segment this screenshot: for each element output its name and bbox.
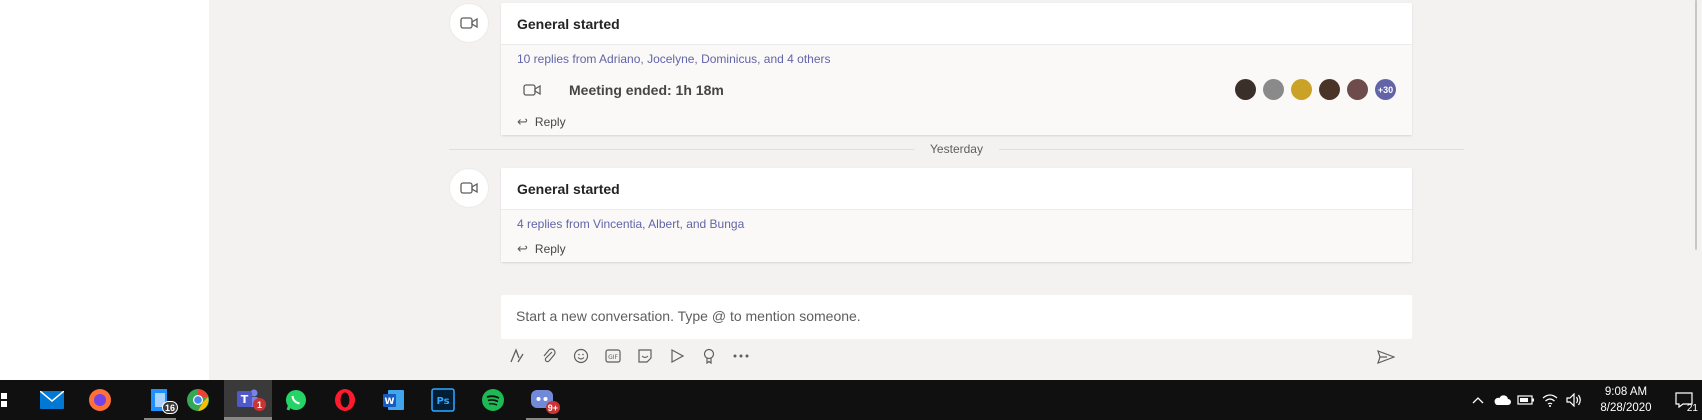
- avatar[interactable]: [1291, 79, 1312, 100]
- battery-icon[interactable]: [1514, 380, 1538, 420]
- avatar[interactable]: [1263, 79, 1284, 100]
- new-conversation-input[interactable]: Start a new conversation. Type @ to ment…: [501, 295, 1412, 339]
- meeting-thread-icon: [449, 3, 489, 43]
- spotify-app-icon[interactable]: [469, 380, 517, 420]
- video-camera-icon: [460, 17, 478, 29]
- praise-icon[interactable]: [693, 345, 725, 367]
- meet-now-icon[interactable]: [661, 345, 693, 367]
- attach-icon[interactable]: [533, 345, 565, 367]
- whatsapp-app-icon[interactable]: [272, 380, 320, 420]
- volume-icon[interactable]: [1562, 380, 1586, 420]
- thread-card-2: General started 4 replies from Vincentia…: [501, 168, 1412, 262]
- participant-avatars: +30: [1235, 79, 1396, 100]
- notification-count: 21: [1686, 403, 1698, 414]
- avatar[interactable]: [1235, 79, 1256, 100]
- reply-label: Reply: [534, 115, 566, 129]
- start-button[interactable]: [0, 380, 24, 420]
- firefox-app-icon[interactable]: [76, 380, 124, 420]
- teams-app-icon[interactable]: T 1: [224, 380, 272, 420]
- replies-summary-link[interactable]: 4 replies from Vincentia, Albert, and Bu…: [501, 210, 1412, 236]
- thread-title: General started: [501, 168, 1412, 210]
- opera-app-icon[interactable]: [321, 380, 369, 420]
- send-icon[interactable]: [1370, 346, 1402, 368]
- avatar[interactable]: [1347, 79, 1368, 100]
- photoshop-app-icon[interactable]: Ps: [419, 380, 467, 420]
- discord-badge: 9+: [545, 401, 560, 414]
- replies-summary-link[interactable]: 10 replies from Adriano, Jocelyne, Domin…: [501, 45, 1412, 71]
- onedrive-cloud-icon[interactable]: [1490, 380, 1514, 420]
- compose-placeholder: Start a new conversation. Type @ to ment…: [516, 308, 861, 324]
- clock-time: 9:08 AM: [1604, 386, 1648, 398]
- reply-button[interactable]: ↩ Reply: [501, 109, 1412, 135]
- video-camera-icon: [460, 182, 478, 194]
- meeting-ended-row[interactable]: Meeting ended: 1h 18m +30: [501, 71, 1412, 109]
- sticker-icon[interactable]: [629, 345, 661, 367]
- reply-label: Reply: [534, 242, 566, 256]
- thread-title: General started: [501, 3, 1412, 45]
- gif-icon[interactable]: GIF: [597, 345, 629, 367]
- reply-button[interactable]: ↩ Reply: [501, 236, 1412, 262]
- chrome-app-icon[interactable]: [174, 380, 222, 420]
- windows-taskbar: 16 T 1 W Ps 9+ 9:08 AM 8/28/2020 21: [0, 380, 1702, 420]
- system-tray: 9:08 AM 8/28/2020 21: [1466, 380, 1702, 420]
- svg-text:GIF: GIF: [608, 354, 618, 361]
- taskbar-clock[interactable]: 9:08 AM 8/28/2020: [1586, 384, 1666, 416]
- avatar[interactable]: [1319, 79, 1340, 100]
- thread-card-1: General started 10 replies from Adriano,…: [501, 3, 1412, 135]
- format-icon[interactable]: [501, 345, 533, 367]
- teams-badge: 1: [253, 398, 266, 411]
- word-app-icon[interactable]: W: [370, 380, 418, 420]
- meeting-thread-icon: [449, 168, 489, 208]
- compose-toolbar: GIF: [501, 344, 1412, 368]
- clock-date: 8/28/2020: [1600, 402, 1652, 414]
- vertical-scrollbar[interactable]: [1691, 0, 1702, 380]
- reply-arrow-icon: ↩: [517, 241, 528, 256]
- reply-arrow-icon: ↩: [517, 114, 528, 129]
- date-divider: Yesterday: [449, 140, 1464, 160]
- more-participants-badge[interactable]: +30: [1375, 79, 1396, 100]
- chevron-up-icon[interactable]: [1466, 380, 1490, 420]
- mail-app-icon[interactable]: [28, 380, 76, 420]
- meeting-ended-label: Meeting ended: 1h 18m: [569, 82, 724, 98]
- left-pane: [0, 0, 209, 380]
- svg-text:T: T: [241, 393, 249, 406]
- notification-center-icon[interactable]: 21: [1666, 380, 1702, 420]
- wifi-icon[interactable]: [1538, 380, 1562, 420]
- svg-text:W: W: [385, 397, 395, 407]
- discord-app-icon[interactable]: 9+: [518, 380, 566, 420]
- svg-text:Ps: Ps: [436, 396, 449, 407]
- emoji-icon[interactable]: [565, 345, 597, 367]
- more-options-icon[interactable]: [725, 345, 757, 367]
- video-camera-icon: [523, 84, 541, 96]
